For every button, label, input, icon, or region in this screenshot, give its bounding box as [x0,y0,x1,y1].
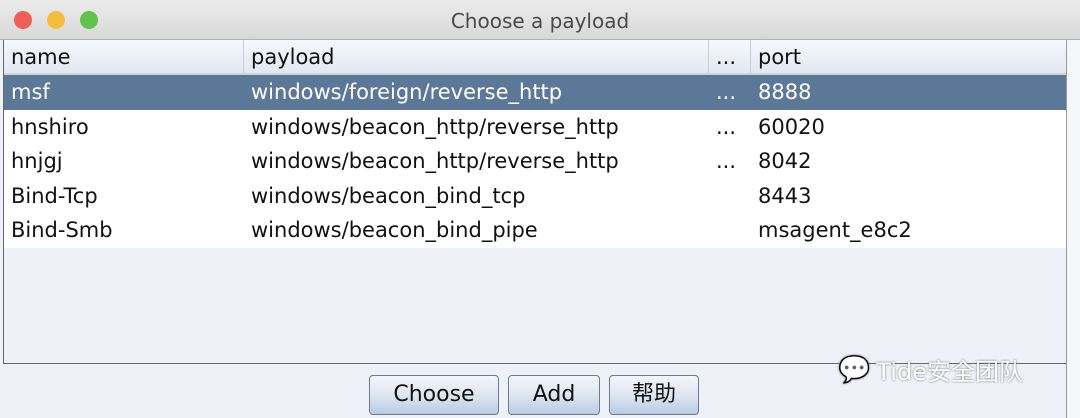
table-row[interactable]: hnjgj windows/beacon_http/reverse_http...… [4,144,1066,179]
cell-more: ... [716,149,737,173]
payload-table: name payload ... port msf windows/foreign… [3,40,1067,364]
column-header-name[interactable]: name [4,40,244,73]
cell-name: Bind-Tcp [11,183,98,208]
cell-payload: windows/beacon_bind_pipe [251,218,538,242]
choose-button[interactable]: Choose [369,375,499,415]
help-button[interactable]: 帮助 [609,375,699,415]
table-row[interactable]: msf windows/foreign/reverse_http... 8888 [4,75,1066,110]
watermark: 💬 Tide安全团队 [838,352,1023,387]
cell-port: 8042 [758,149,812,173]
cell-port: 60020 [758,114,825,139]
column-header-more[interactable]: ... [709,40,751,73]
cell-port: msagent_e8c2 [758,218,912,242]
window-edge [1066,40,1080,418]
table-row[interactable]: Bind-Smb windows/beacon_bind_pipe msagent_… [4,213,1066,248]
cell-port: 8888 [758,80,812,104]
title-bar: Choose a payload [0,0,1080,40]
table-row[interactable]: hnshiro windows/beacon_http/reverse_http.… [4,109,1066,144]
column-header-port[interactable]: port [751,40,1066,73]
wechat-icon: 💬 [838,354,871,385]
cell-payload: windows/beacon_bind_tcp [251,183,526,208]
window-title: Choose a payload [450,9,630,33]
cell-more [709,179,751,214]
table-header: name payload ... port [4,40,1066,75]
watermark-text: Tide安全团队 [876,358,1023,386]
cell-payload: windows/beacon_http/reverse_http [251,114,619,139]
table-row[interactable]: Bind-Tcp windows/beacon_bind_tcp 8443 [4,178,1066,214]
cell-payload: windows/foreign/reverse_http [251,80,563,104]
cell-name: Bind-Smb [11,218,113,242]
cell-payload: windows/beacon_http/reverse_http [251,149,619,173]
cell-more: ... [716,80,737,104]
cell-name: msf [11,80,50,104]
add-button[interactable]: Add [508,375,600,415]
cell-name: hnjgj [11,149,63,173]
cell-port: 8443 [758,183,812,208]
cell-more: ... [716,114,737,139]
cell-name: hnshiro [11,114,89,139]
column-header-payload[interactable]: payload [244,40,709,73]
cell-more [709,213,751,248]
